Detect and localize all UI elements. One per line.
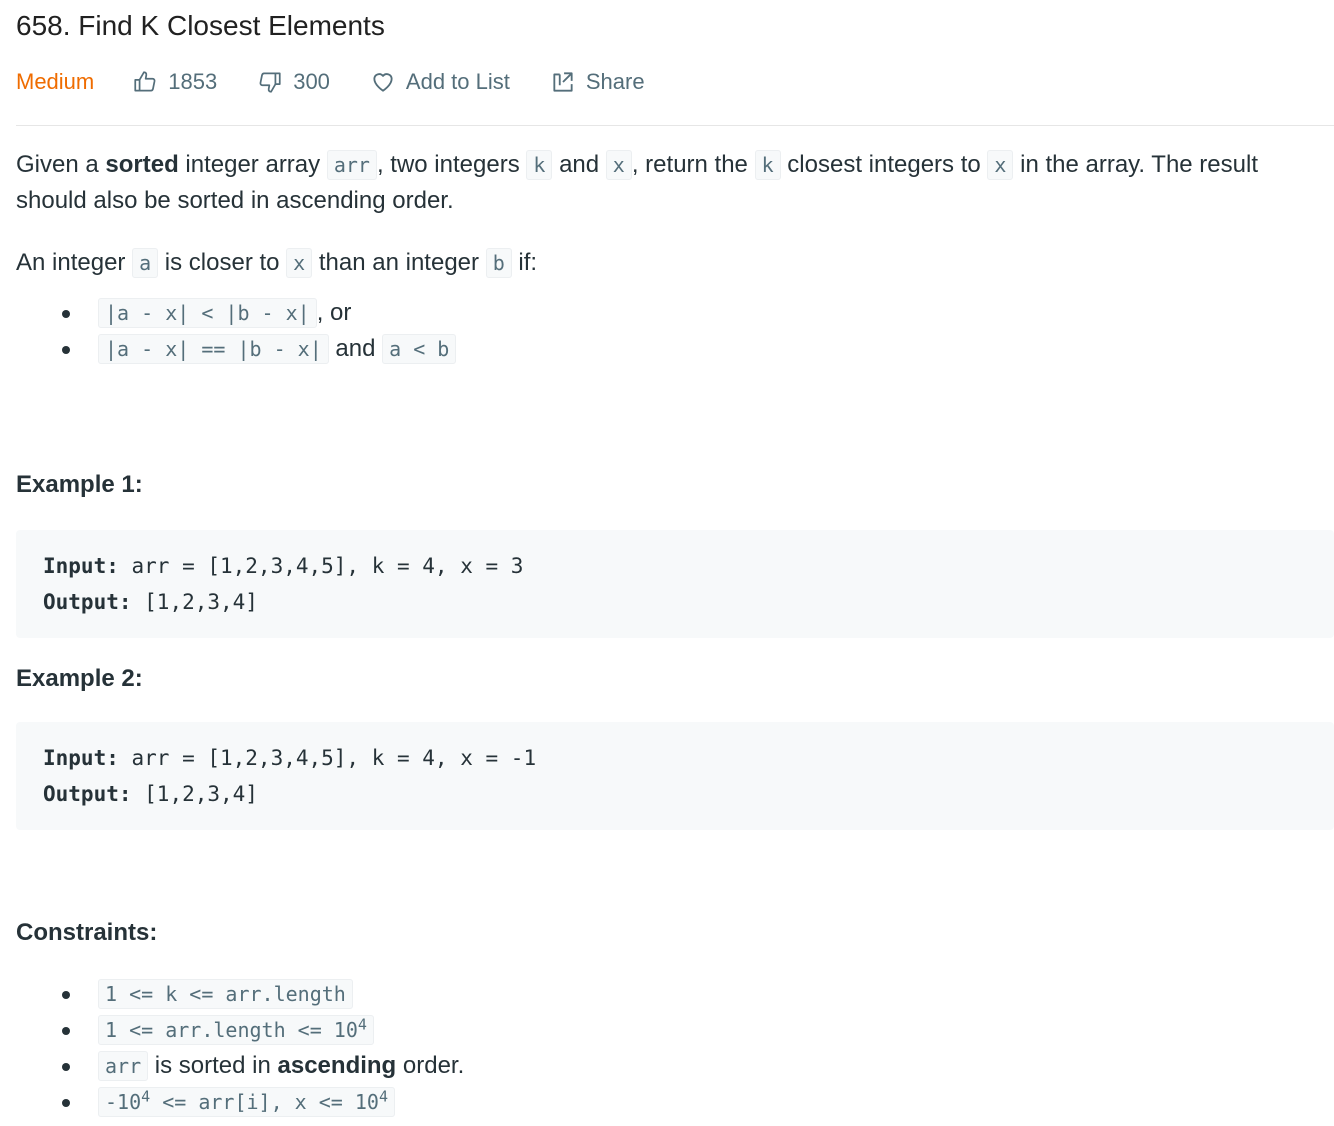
example-2-code-block: Input: arr = [1,2,3,4,5], k = 4, x = -1 … (16, 722, 1334, 830)
inline-code: 1 <= k <= arr.length (98, 979, 353, 1009)
list-item: 1 <= k <= arr.length (62, 976, 1334, 1012)
inline-code: x (286, 248, 313, 278)
example-1-code-block: Input: arr = [1,2,3,4,5], k = 4, x = 3 O… (16, 530, 1334, 638)
inline-code: b (485, 248, 512, 278)
add-to-list-label: Add to List (405, 69, 510, 94)
inline-code: k (526, 150, 553, 180)
description-paragraph-2: An integer a is closer to x than an inte… (16, 248, 538, 278)
thumbs-down-icon (259, 72, 281, 93)
problem-title: 658. Find K Closest Elements (16, 10, 385, 41)
inline-code: x (605, 150, 632, 180)
list-item: 1 <= arr.length <= 104 (62, 1012, 1334, 1048)
problem-meta-bar: Medium 1853 300 Add to List Share (16, 64, 685, 100)
problem-description: Given a sorted integer array arr, two in… (16, 147, 1334, 367)
inline-code: a < b (382, 334, 457, 364)
share-button[interactable]: Share (550, 69, 645, 95)
dislike-button[interactable]: 300 (257, 69, 330, 95)
inline-code: x (987, 150, 1014, 180)
list-item: |a - x| == |b - x| and a < b (62, 331, 1334, 367)
closer-rules-list: |a - x| < |b - x|, or |a - x| == |b - x|… (16, 295, 1334, 367)
add-to-list-button[interactable]: Add to List (370, 69, 510, 95)
list-item: -104 <= arr[i], x <= 104 (62, 1084, 1334, 1120)
difficulty-badge: Medium (16, 69, 95, 94)
constraints-section: 1 <= k <= arr.length 1 <= arr.length <= … (16, 976, 1334, 1120)
inline-code: arr (98, 1051, 149, 1081)
heart-icon (373, 73, 393, 92)
example-1-heading: Example 1: (16, 471, 143, 498)
divider (16, 125, 1334, 126)
inline-code: -104 <= arr[i], x <= 104 (98, 1087, 395, 1117)
constraints-heading: Constraints: (16, 919, 158, 946)
description-paragraph-1: Given a sorted integer array arr, two in… (16, 150, 1258, 214)
share-label: Share (585, 69, 645, 94)
thumbs-up-icon (134, 71, 156, 92)
share-icon (553, 72, 573, 92)
inline-code: 1 <= arr.length <= 104 (98, 1015, 374, 1045)
inline-code: |a - x| < |b - x| (98, 298, 317, 328)
inline-code: |a - x| == |b - x| (98, 334, 329, 364)
list-item: |a - x| < |b - x|, or (62, 295, 1334, 331)
dislike-count: 300 (293, 69, 330, 94)
like-count: 1853 (168, 69, 218, 94)
list-item: arr is sorted in ascending order. (62, 1048, 1334, 1084)
constraints-list: 1 <= k <= arr.length 1 <= arr.length <= … (16, 976, 1334, 1120)
inline-code: arr (326, 150, 377, 180)
inline-code: k (754, 150, 781, 180)
example-2-heading: Example 2: (16, 665, 143, 692)
like-button[interactable]: 1853 (132, 69, 217, 95)
inline-code: a (132, 248, 159, 278)
